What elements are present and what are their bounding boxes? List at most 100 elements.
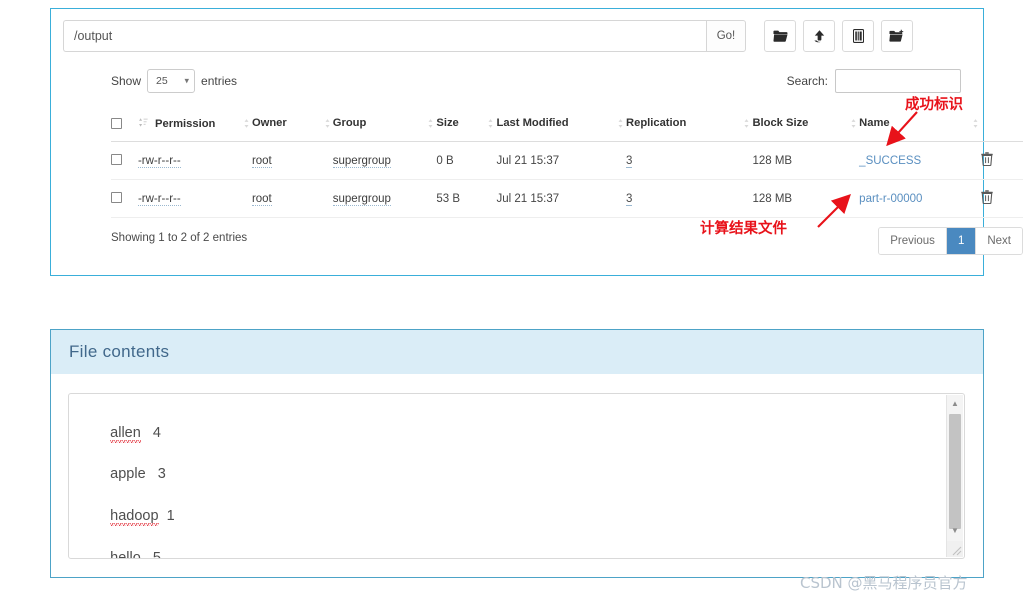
file-line-word: allen <box>110 424 141 443</box>
trash-icon[interactable] <box>981 190 994 207</box>
file-line-word: hello <box>110 549 141 559</box>
permission-value[interactable]: -rw-r--r-- <box>137 154 181 168</box>
row-delete-cell[interactable] <box>981 179 1023 218</box>
go-button[interactable]: Go! <box>706 20 746 52</box>
sort-icon <box>323 118 333 132</box>
row-size-cell: 53 B <box>436 179 497 218</box>
select-all-checkbox[interactable] <box>111 117 122 129</box>
row-group-cell: supergroup <box>332 141 437 180</box>
owner-value[interactable]: root <box>251 192 272 206</box>
sort-icon <box>426 118 436 132</box>
header-owner-label: Owner <box>251 117 287 129</box>
explorer-toolbar <box>764 20 913 52</box>
row-size-cell: 0 B <box>436 141 497 180</box>
scroll-up-icon[interactable]: ▲ <box>947 395 963 412</box>
new-folder-button[interactable] <box>881 20 913 52</box>
file-line-count: 4 <box>152 424 161 441</box>
upload-button[interactable] <box>803 20 835 52</box>
header-size[interactable]: Size <box>436 113 497 142</box>
file-line-count: 1 <box>166 507 175 524</box>
path-toolbar-row: /output Go! <box>63 20 971 52</box>
group-value[interactable]: supergroup <box>332 192 391 206</box>
sort-icon <box>486 118 496 132</box>
header-select-all[interactable] <box>111 113 138 142</box>
path-input-group: /output Go! <box>63 20 746 52</box>
scrollbar-thumb[interactable] <box>949 414 961 529</box>
search-control: Search: <box>787 69 961 93</box>
row-checkbox[interactable] <box>111 191 122 203</box>
resize-grip-icon[interactable] <box>947 541 963 557</box>
file-contents-viewer[interactable]: allen 4 apple 3 hadoop 1 hello 5 mac 1 s… <box>68 393 965 559</box>
header-last-modified-label: Last Modified <box>496 117 569 129</box>
search-label: Search: <box>786 74 828 88</box>
file-line-count: 5 <box>152 549 161 559</box>
header-last-modified[interactable]: Last Modified <box>496 113 627 142</box>
path-input[interactable]: /output <box>63 20 706 52</box>
cut-paste-icon <box>852 29 864 43</box>
cut-paste-button[interactable] <box>842 20 874 52</box>
file-line-word: hadoop <box>110 507 159 526</box>
header-replication-label: Replication <box>626 117 687 129</box>
row-permission-cell: -rw-r--r-- <box>137 179 252 218</box>
open-folder-icon <box>772 29 788 43</box>
header-group-label: Group <box>332 117 367 129</box>
file-contents-text: allen 4 apple 3 hadoop 1 hello 5 mac 1 s… <box>86 402 175 559</box>
pagination-next[interactable]: Next <box>976 228 1022 254</box>
header-permission-label: Permission <box>155 117 216 130</box>
row-last-modified-cell: Jul 21 15:37 <box>496 179 627 218</box>
new-folder-icon <box>889 29 905 43</box>
show-label: Show <box>111 74 142 88</box>
row-checkbox[interactable] <box>111 153 122 165</box>
row-select-cell[interactable] <box>111 179 138 218</box>
row-replication-cell: 3 <box>626 179 753 218</box>
group-value[interactable]: supergroup <box>332 154 391 168</box>
entries-label: entries <box>201 74 238 88</box>
row-owner-cell: root <box>251 179 333 218</box>
header-size-label: Size <box>436 117 459 129</box>
sort-icon <box>616 118 626 132</box>
file-contents-header: File contents <box>51 330 983 374</box>
header-delete <box>981 113 1023 142</box>
show-entries-control: Show 25 ▾ entries <box>111 69 243 93</box>
sort-icon <box>138 117 148 131</box>
trash-icon[interactable] <box>981 152 994 169</box>
file-contents-panel: File contents allen 4 apple 3 hadoop 1 h… <box>50 329 984 578</box>
file-contents-title: File contents <box>69 342 170 361</box>
owner-value[interactable]: root <box>251 154 272 168</box>
table-controls-row: Show 25 ▾ entries Search: <box>63 69 971 97</box>
open-folder-button[interactable] <box>764 20 796 52</box>
annotation-arrow-result-file <box>817 194 851 228</box>
scroll-down-icon[interactable]: ▼ <box>947 522 963 539</box>
vertical-scrollbar[interactable]: ▲ ▼ <box>946 395 963 557</box>
sort-icon <box>242 118 252 132</box>
pagination-page-1[interactable]: 1 <box>946 228 977 254</box>
header-group[interactable]: Group <box>332 113 437 142</box>
row-permission-cell: -rw-r--r-- <box>137 141 252 180</box>
file-line-count: 3 <box>157 466 166 483</box>
chevron-down-icon: ▾ <box>184 75 190 86</box>
upload-icon <box>812 29 827 44</box>
permission-value[interactable]: -rw-r--r-- <box>137 192 181 206</box>
annotation-arrow-success <box>886 111 918 147</box>
row-owner-cell: root <box>251 141 333 180</box>
sort-icon <box>742 118 752 132</box>
replication-value[interactable]: 3 <box>626 154 633 168</box>
header-permission[interactable]: Permission <box>137 113 252 142</box>
row-last-modified-cell: Jul 21 15:37 <box>496 141 627 180</box>
row-group-cell: supergroup <box>332 179 437 218</box>
showing-entries-info: Showing 1 to 2 of 2 entries <box>111 232 248 244</box>
file-line-word: apple <box>110 466 146 483</box>
annotation-result-file-label: 计算结果文件 <box>700 221 787 237</box>
replication-value[interactable]: 3 <box>626 192 633 206</box>
entries-select-value: 25 <box>156 75 168 87</box>
header-block-size-label: Block Size <box>752 117 809 129</box>
header-replication[interactable]: Replication <box>626 113 753 142</box>
header-owner[interactable]: Owner <box>251 113 333 142</box>
entries-select[interactable]: 25 ▾ <box>147 69 196 93</box>
watermark: CSDN @黑马程序员官方 <box>800 574 968 592</box>
row-select-cell[interactable] <box>111 141 138 180</box>
sort-icon <box>971 118 981 132</box>
search-input[interactable] <box>835 69 961 93</box>
row-delete-cell[interactable] <box>981 141 1023 180</box>
row-replication-cell: 3 <box>626 141 753 180</box>
